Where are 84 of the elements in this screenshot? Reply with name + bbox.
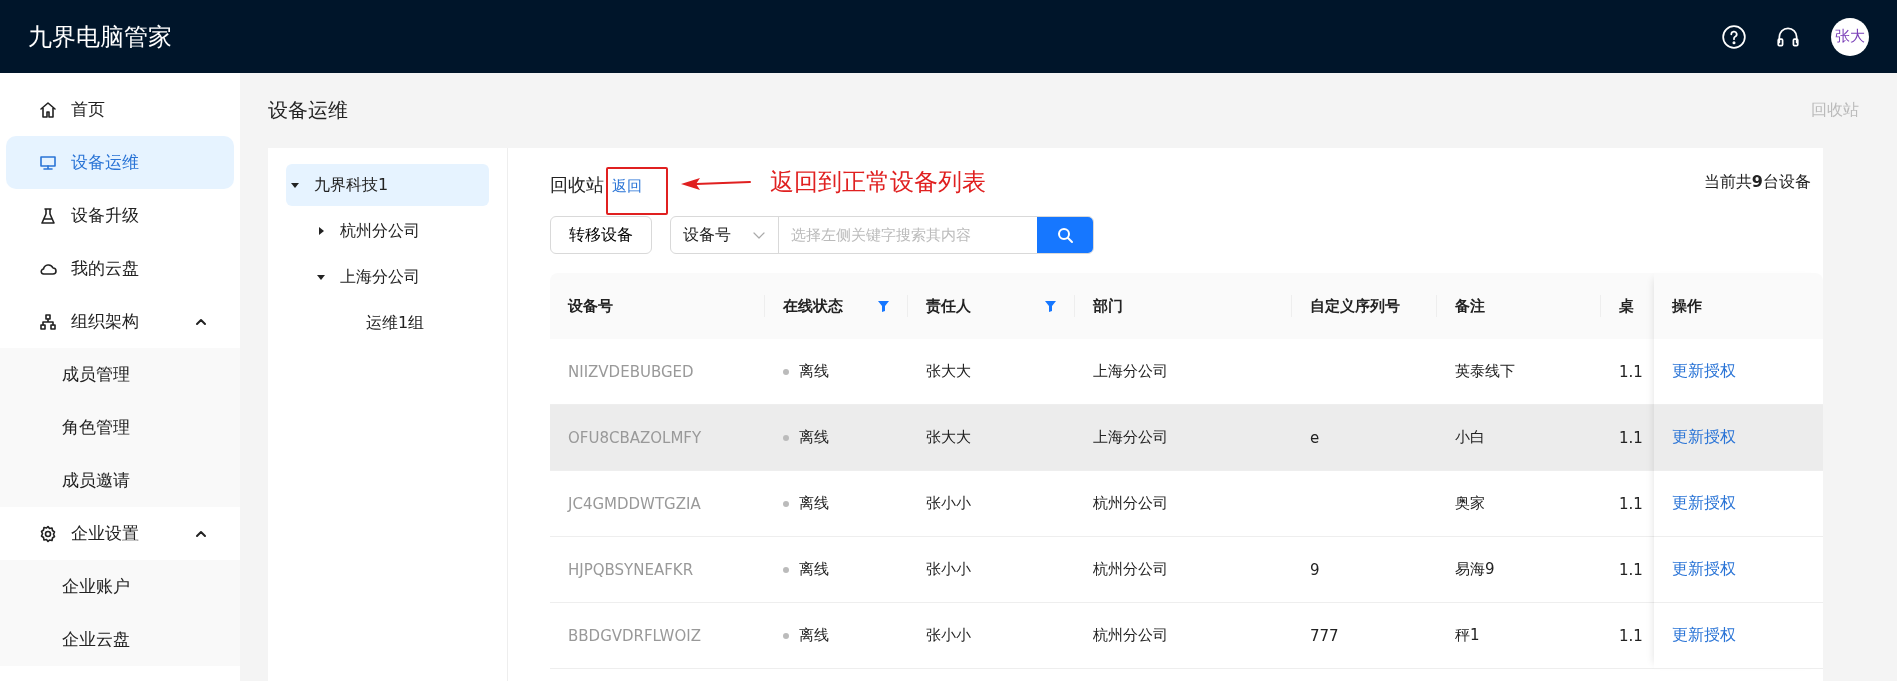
device-count: 当前共9台设备 [1703, 171, 1811, 193]
table-cell: 张大大 [926, 428, 971, 447]
table-cell: 张小小 [926, 560, 971, 579]
column-header: 责任人 [926, 296, 971, 316]
panel-title: 回收站 [550, 173, 604, 197]
column-header: 操作 [1671, 295, 1703, 317]
column-header: 部门 [1075, 273, 1292, 339]
column-header: 设备号 [550, 273, 765, 339]
sidebar-item[interactable]: 企业设置 [6, 507, 234, 560]
table-cell: JC4GMDDWTGZIA [568, 494, 701, 513]
table-cell: e [1310, 428, 1320, 447]
submenu-item[interactable]: 企业云盘 [0, 613, 240, 666]
table-cell: 杭州分公司 [1093, 494, 1168, 513]
caret-down-icon [290, 180, 300, 190]
table-cell: 1.1 [1619, 362, 1643, 381]
table-cell: 离线 [799, 362, 829, 381]
settings-icon [39, 524, 57, 543]
sidebar-item[interactable]: 组织架构 [6, 295, 234, 348]
table-cell: 张小小 [926, 626, 971, 645]
table-cell: 杭州分公司 [1093, 560, 1168, 579]
org-chart-icon [39, 312, 57, 331]
search-icon [1056, 226, 1074, 244]
tree-node[interactable]: 上海分公司 [286, 256, 489, 298]
column-header: 在线状态 [783, 296, 843, 316]
table-cell: 杭州分公司 [1093, 626, 1168, 645]
table-cell: 张小小 [926, 494, 971, 513]
column-header: 桌 [1618, 295, 1635, 317]
annotation-text: 返回到正常设备列表 [770, 167, 986, 198]
table-cell: 1.1 [1619, 560, 1643, 579]
user-avatar[interactable]: 张大 [1831, 17, 1869, 56]
sidebar-item[interactable]: 设备升级 [6, 189, 234, 242]
monitor-icon [39, 153, 57, 172]
renew-license-link[interactable]: 更新授权 [1672, 559, 1736, 580]
table-cell: 奥家 [1455, 494, 1485, 513]
table-cell: 上海分公司 [1093, 428, 1168, 447]
app-title: 九界电脑管家 [28, 21, 173, 53]
table-cell: 777 [1310, 626, 1339, 645]
table-cell: 离线 [799, 494, 829, 513]
renew-license-link[interactable]: 更新授权 [1672, 361, 1736, 382]
tree-node[interactable]: 运维1组 [286, 302, 489, 344]
submenu-item[interactable]: 成员管理 [0, 348, 240, 401]
sidebar-item[interactable]: 我的云盘 [6, 242, 234, 295]
flask-icon [39, 206, 57, 225]
sidebar-item[interactable]: 首页 [6, 83, 234, 136]
submenu-item[interactable]: 角色管理 [0, 401, 240, 454]
column-header: 备注 [1437, 273, 1601, 339]
table-cell: NIIZVDEBUBGED [568, 362, 694, 381]
table-cell: 上海分公司 [1093, 362, 1168, 381]
table-cell: 英泰线下 [1455, 362, 1515, 381]
caret-down-icon [316, 272, 326, 282]
renew-license-link[interactable]: 更新授权 [1672, 625, 1736, 646]
table-cell: 1.1 [1619, 428, 1643, 447]
table-cell: 易海9 [1455, 560, 1495, 579]
transfer-button[interactable]: 转移设备 [550, 216, 652, 254]
search-field[interactable]: 设备号 选择左侧关键字搜索其内容 [670, 216, 1094, 254]
renew-license-link[interactable]: 更新授权 [1672, 493, 1736, 514]
table-cell: BBDGVDRFLWOIZ [568, 626, 701, 645]
filter-icon[interactable] [877, 299, 890, 313]
column-header: 自定义序列号 [1292, 273, 1437, 339]
table-cell: 1.1 [1619, 494, 1643, 513]
search-button[interactable] [1037, 217, 1093, 253]
tree-node[interactable]: 九界科技1 [286, 164, 489, 206]
home-icon [39, 100, 57, 119]
table-cell: OFU8CBAZOLMFY [568, 428, 702, 447]
table-cell: 秤1 [1455, 626, 1480, 645]
table-cell: HJPQBSYNEAFKR [568, 560, 694, 579]
back-link[interactable]: 返回 [612, 177, 642, 195]
table-cell: 9 [1310, 560, 1320, 579]
renew-license-link[interactable]: 更新授权 [1672, 427, 1736, 448]
page-title: 设备运维 [268, 97, 348, 124]
submenu-item[interactable]: 成员邀请 [0, 454, 240, 507]
table-cell: 1.1 [1619, 626, 1643, 645]
help-icon [1721, 23, 1747, 50]
table-cell: 张大大 [926, 362, 971, 381]
caret-right-icon [316, 226, 326, 236]
submenu-item[interactable]: 企业账户 [0, 560, 240, 613]
table-cell: 离线 [799, 626, 829, 645]
sidebar-item[interactable]: 设备运维 [6, 136, 234, 189]
table-cell: 离线 [799, 428, 829, 447]
arrow-icon [680, 177, 752, 191]
tree-node[interactable]: 杭州分公司 [286, 210, 489, 252]
filter-icon[interactable] [1044, 299, 1057, 313]
table-cell: 离线 [799, 560, 829, 579]
table-cell: 小白 [1455, 428, 1485, 447]
